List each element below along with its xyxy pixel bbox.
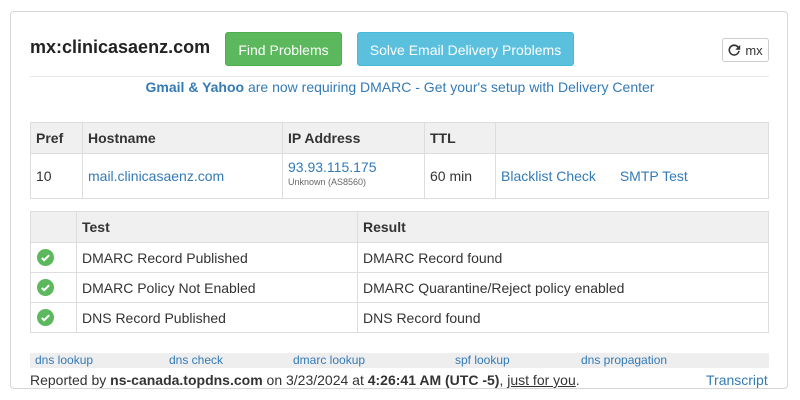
table-header-row: Pref Hostname IP Address TTL <box>30 122 769 154</box>
column-header <box>495 122 769 154</box>
test-results-table: Test Result DMARC Record Published DMARC… <box>30 211 769 333</box>
transcript-link[interactable]: Transcript <box>706 372 768 388</box>
ttl-cell: 60 min <box>424 153 496 199</box>
check-icon <box>37 309 54 326</box>
banner-brand: Gmail & Yahoo <box>145 79 245 95</box>
pref-cell: 10 <box>30 153 83 199</box>
test-name: DMARC Record Published <box>76 242 358 273</box>
report-server: ns-canada.topdns.com <box>110 372 263 388</box>
solve-email-delivery-button[interactable]: Solve Email Delivery Problems <box>357 32 574 66</box>
column-header: IP Address <box>282 122 425 154</box>
ip-owner: Unknown (AS8560) <box>288 177 367 187</box>
column-header: TTL <box>424 122 496 154</box>
dns-propagation-link[interactable]: dns propagation <box>581 353 667 367</box>
refresh-mx-button[interactable]: mx <box>722 38 769 62</box>
dmarc-banner[interactable]: Gmail & Yahoo are now requiring DMARC - … <box>0 79 800 95</box>
column-header: Test <box>76 211 358 243</box>
table-row: DMARC Record Published DMARC Record foun… <box>30 242 769 273</box>
ip-address-link[interactable]: 93.93.115.175 <box>288 159 377 175</box>
test-result: DNS Record found <box>357 302 769 333</box>
column-header: Pref <box>30 122 83 154</box>
check-icon <box>37 279 54 296</box>
column-header <box>30 211 77 243</box>
table-row: 10 mail.clinicasaenz.com 93.93.115.175 U… <box>30 153 769 199</box>
column-header: Result <box>357 211 769 243</box>
related-links-bar: dns lookup dns check dmarc lookup spf lo… <box>30 353 769 368</box>
test-name: DMARC Policy Not Enabled <box>76 272 358 303</box>
table-row: DMARC Policy Not Enabled DMARC Quarantin… <box>30 272 769 303</box>
table-header-row: Test Result <box>30 211 769 243</box>
spf-lookup-link[interactable]: spf lookup <box>455 353 510 367</box>
dns-lookup-link[interactable]: dns lookup <box>35 353 93 367</box>
test-result: DMARC Quarantine/Reject policy enabled <box>357 272 769 303</box>
report-on: on 3/23/2024 at <box>262 372 368 388</box>
find-problems-button[interactable]: Find Problems <box>225 32 342 66</box>
hostname-link[interactable]: mail.clinicasaenz.com <box>88 168 224 184</box>
page-title: mx:clinicasaenz.com <box>30 37 211 57</box>
report-line: Reported by ns-canada.topdns.com on 3/23… <box>30 372 580 388</box>
just-for-you-link[interactable]: just for you <box>507 372 575 388</box>
dns-check-link[interactable]: dns check <box>169 353 223 367</box>
table-row: DNS Record Published DNS Record found <box>30 302 769 333</box>
report-period: . <box>575 372 580 388</box>
report-prefix: Reported by <box>30 372 111 388</box>
check-icon <box>37 249 54 266</box>
report-time: 4:26:41 AM (UTC -5) <box>367 372 500 388</box>
column-header: Hostname <box>82 122 283 154</box>
refresh-icon <box>728 43 741 56</box>
mx-records-table: Pref Hostname IP Address TTL 10 mail.cli… <box>30 122 769 199</box>
test-name: DNS Record Published <box>76 302 358 333</box>
smtp-test-link[interactable]: SMTP Test <box>620 168 688 184</box>
test-result: DMARC Record found <box>357 242 769 273</box>
divider <box>30 76 769 77</box>
mx-label: mx <box>745 42 763 58</box>
dmarc-lookup-link[interactable]: dmarc lookup <box>293 353 365 367</box>
banner-text: are now requiring DMARC - Get your's set… <box>244 79 655 95</box>
blacklist-check-link[interactable]: Blacklist Check <box>501 168 596 184</box>
